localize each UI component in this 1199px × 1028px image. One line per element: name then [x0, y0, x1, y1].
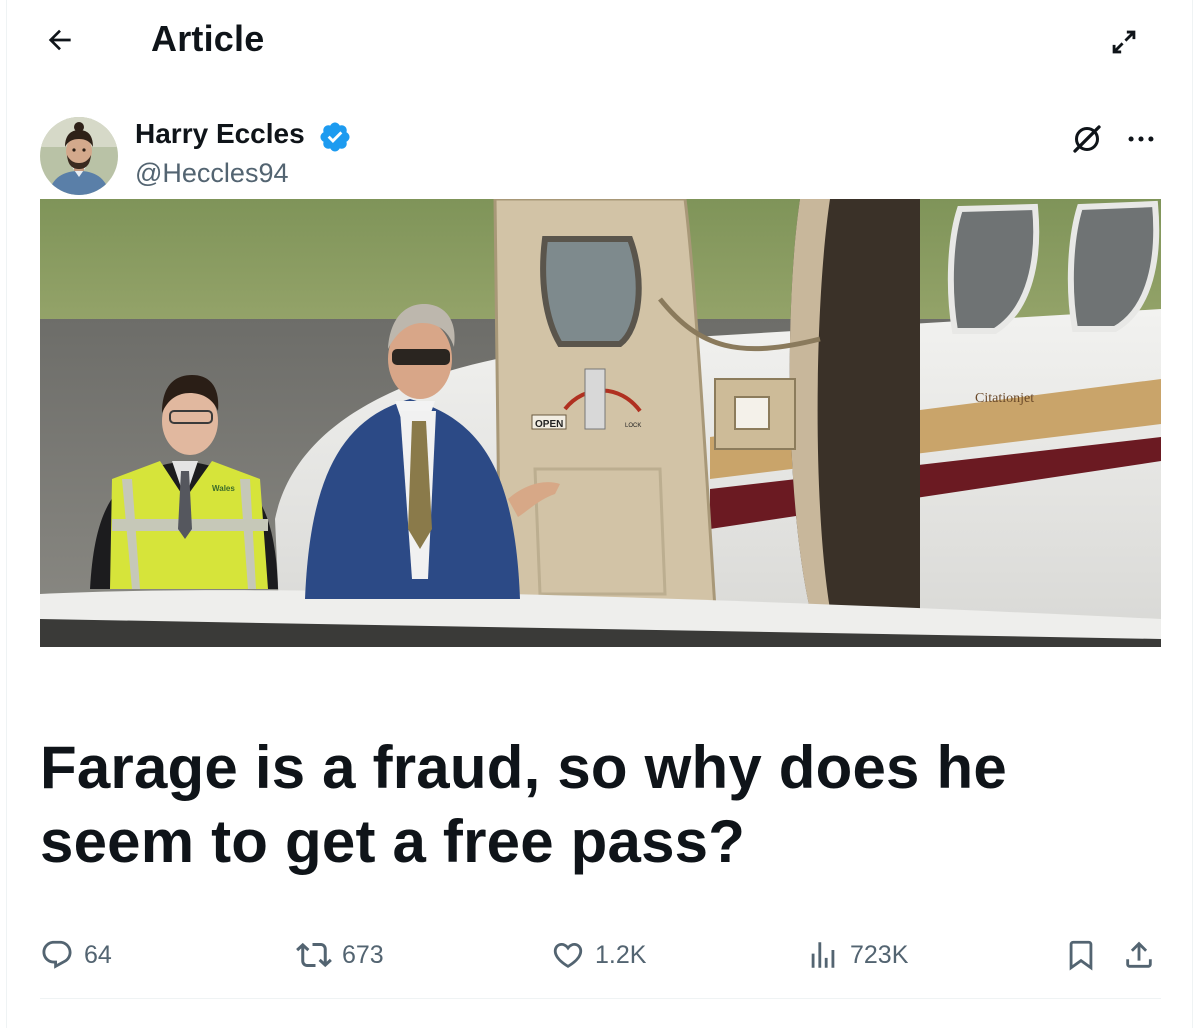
- share-button[interactable]: [1122, 928, 1156, 982]
- avatar-image: [40, 117, 118, 195]
- view-count: 723K: [850, 940, 909, 969]
- cover-photo: Citationjet OPEN LOCK Wales: [40, 199, 1161, 647]
- top-bar: Article: [0, 0, 1199, 82]
- door-lock-label: LOCK: [625, 423, 641, 429]
- avatar[interactable]: [40, 117, 118, 195]
- bookmark-button[interactable]: [1064, 928, 1098, 982]
- heart-icon: [553, 942, 583, 968]
- author-name[interactable]: Harry Eccles: [135, 118, 305, 150]
- grok-button[interactable]: [1066, 118, 1108, 160]
- article-page: Article Harry Eccles @Heccles94 Citation…: [0, 0, 1199, 1028]
- reply-count: 64: [84, 940, 112, 969]
- expand-button[interactable]: [1104, 22, 1144, 62]
- repost-count: 673: [342, 940, 384, 969]
- arrow-left-icon: [48, 29, 71, 51]
- left-border: [6, 0, 7, 1028]
- share-icon: [1126, 941, 1152, 968]
- like-button[interactable]: 1.2K: [551, 928, 646, 982]
- right-border: [1192, 0, 1193, 1028]
- reply-icon: [42, 940, 72, 969]
- back-button[interactable]: [36, 20, 84, 60]
- cover-image[interactable]: Citationjet OPEN LOCK Wales: [40, 199, 1161, 647]
- vest-label: Wales: [212, 484, 235, 493]
- page-title: Article: [151, 18, 265, 59]
- engagement-bar: 64 673 1.2K 723K: [0, 928, 1199, 982]
- bottom-divider: [40, 998, 1161, 999]
- expand-icon: [1112, 30, 1136, 54]
- grok-icon: [1073, 125, 1101, 153]
- verified-badge-icon: [320, 122, 350, 152]
- plane-label: Citationjet: [975, 391, 1034, 406]
- article-headline[interactable]: Farage is a fraud, so why does he seem t…: [40, 731, 1161, 879]
- repost-button[interactable]: 673: [296, 928, 384, 982]
- like-count: 1.2K: [595, 940, 647, 969]
- views-button[interactable]: 723K: [806, 928, 908, 982]
- door-open-label: OPEN: [535, 419, 563, 430]
- repost-icon: [296, 942, 332, 968]
- more-options-button[interactable]: [1120, 118, 1162, 160]
- author-handle: @Heccles94: [135, 158, 289, 188]
- analytics-icon: [811, 942, 835, 968]
- reply-button[interactable]: 64: [40, 928, 112, 982]
- bookmark-icon: [1069, 940, 1093, 971]
- more-dots-icon: [1128, 136, 1154, 142]
